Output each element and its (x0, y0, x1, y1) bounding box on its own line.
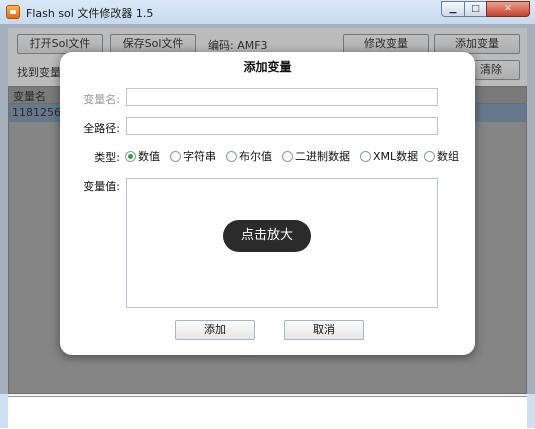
app-icon (6, 5, 20, 19)
maximize-icon: □ (471, 4, 480, 14)
path-input[interactable] (126, 117, 438, 135)
title-bar[interactable]: Flash sol 文件修改器 1.5 ▁ □ ✕ (0, 0, 535, 24)
find-variable-label: 找到变量 (17, 66, 61, 79)
type-radio-array[interactable]: 数组 (424, 148, 459, 164)
name-label: 变量名: (83, 93, 120, 106)
minimize-button[interactable]: ▁ (441, 1, 465, 17)
type-radio-binary[interactable]: 二进制数据 (282, 148, 350, 164)
radio-icon (360, 150, 371, 162)
window-title: Flash sol 文件修改器 1.5 (26, 7, 154, 20)
path-label: 全路径: (83, 122, 120, 135)
minimize-icon: ▁ (449, 4, 457, 14)
type-label: 类型: (94, 151, 120, 164)
column-header-name: 变量名 (13, 90, 46, 103)
radio-selected-icon (125, 150, 136, 162)
open-sol-button[interactable]: 打开Sol文件 (17, 34, 103, 54)
type-radio-boolean[interactable]: 布尔值 (226, 148, 272, 164)
type-radio-xml[interactable]: XML数据 (360, 148, 418, 164)
app-window: Flash sol 文件修改器 1.5 ▁ □ ✕ 打开Sol文件 保存Sol文… (0, 0, 535, 429)
radio-icon (282, 150, 293, 162)
modify-variable-button[interactable]: 修改变量 (343, 34, 429, 54)
save-sol-button[interactable]: 保存Sol文件 (110, 34, 196, 54)
close-button[interactable]: ✕ (486, 1, 530, 17)
dialog-title: 添加变量 (243, 60, 292, 74)
name-input[interactable] (126, 88, 438, 106)
cancel-button[interactable]: 取消 (284, 320, 364, 340)
status-area (8, 396, 527, 429)
radio-icon (424, 150, 435, 162)
maximize-button[interactable]: □ (464, 1, 487, 17)
type-radio-number[interactable]: 数值 (125, 148, 160, 164)
zoom-hint-button[interactable]: 点击放大 (223, 220, 311, 252)
add-variable-button[interactable]: 添加变量 (434, 34, 520, 54)
add-variable-dialog: 添加变量 变量名: 全路径: 类型: 数值 字符串 布尔值 二进制数据 XML数… (60, 52, 475, 355)
encoding-label: 编码: AMF3 (208, 39, 268, 52)
radio-icon (170, 150, 181, 162)
add-button[interactable]: 添加 (175, 320, 255, 340)
close-icon: ✕ (504, 4, 512, 14)
radio-icon (226, 150, 237, 162)
type-radio-string[interactable]: 字符串 (170, 148, 216, 164)
value-label: 变量值: (83, 180, 120, 193)
